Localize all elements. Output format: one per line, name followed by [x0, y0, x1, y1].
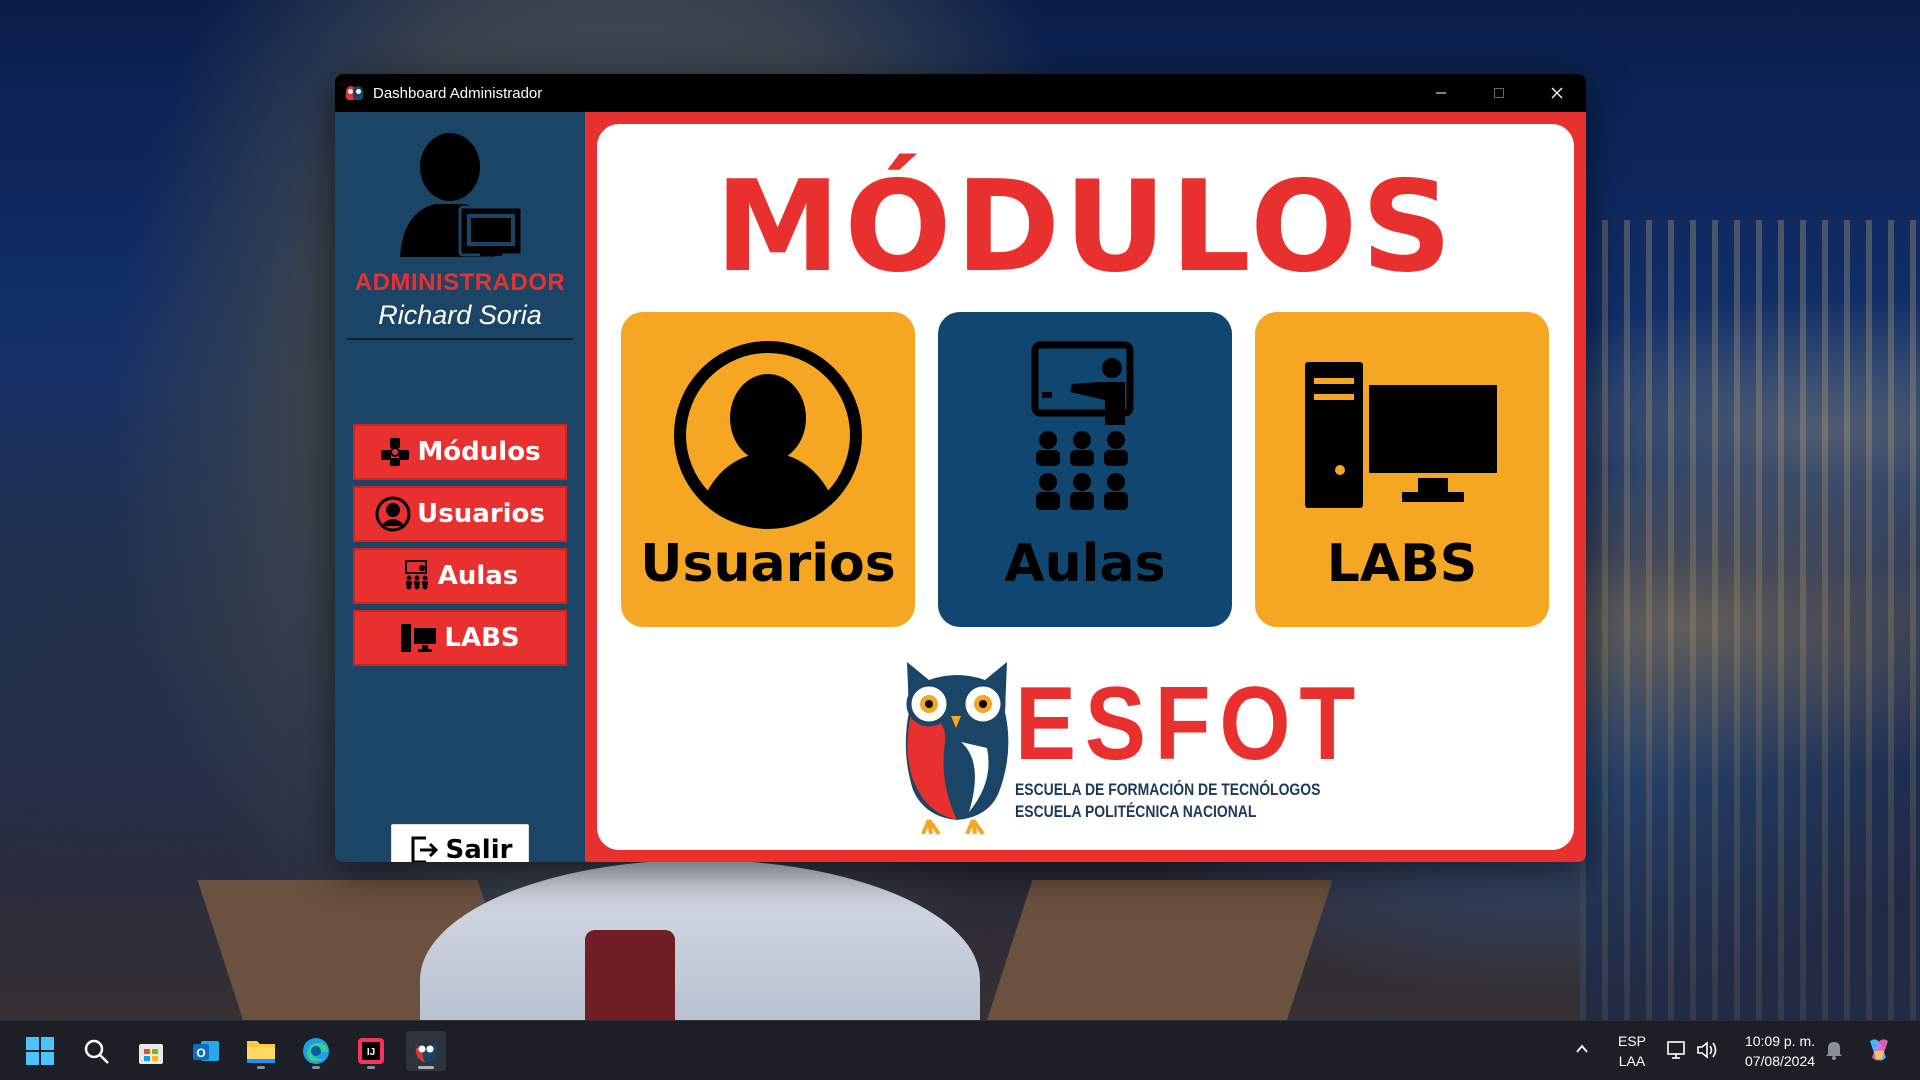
folder-icon	[247, 1041, 275, 1063]
taskbar-intellij[interactable]: IJ	[351, 1031, 391, 1071]
search-icon	[84, 1039, 109, 1064]
tile-labs[interactable]: LABS	[1255, 312, 1549, 627]
modules-icon	[381, 438, 410, 466]
logo-subtitle-1: ESCUELA DE FORMACIÓN DE TECNÓLOGOS	[1015, 780, 1321, 799]
minimize-icon	[1436, 92, 1446, 94]
computer-lab-icon	[1305, 362, 1502, 508]
bell-icon	[1826, 1042, 1842, 1060]
taskbar-store[interactable]	[131, 1031, 171, 1071]
start-button[interactable]	[20, 1031, 60, 1071]
volume-control[interactable]	[1696, 1039, 1720, 1065]
network-icon	[1667, 1041, 1685, 1059]
sidebar-item-label: Aulas	[437, 561, 519, 591]
tile-aulas[interactable]: Aulas	[938, 312, 1232, 627]
tray-overflow-button[interactable]	[1574, 1041, 1590, 1061]
windows-icon	[26, 1037, 54, 1065]
user-name: Richard Soria	[378, 300, 542, 330]
keyboard-layout: LAA	[1618, 1053, 1646, 1069]
title-bar[interactable]: Dashboard Administrador	[335, 74, 1586, 112]
exit-label: Salir	[445, 835, 513, 862]
tile-label: Aulas	[1004, 534, 1166, 594]
logo-subtitle-2: ESCUELA POLITÉCNICA NACIONAL	[1015, 802, 1257, 821]
taskbar-edge[interactable]	[296, 1031, 336, 1071]
outlook-icon: O	[193, 1041, 219, 1061]
app-owl-icon	[345, 83, 365, 103]
owl-mascot-icon	[905, 662, 1009, 836]
edge-icon	[303, 1038, 329, 1064]
tile-label: LABS	[1326, 534, 1478, 594]
speaker-icon	[1697, 1041, 1717, 1059]
admin-avatar-icon	[400, 133, 524, 257]
clock-date: 07/08/2024	[1744, 1053, 1816, 1069]
sidebar-item-aulas[interactable]: Aulas	[353, 548, 567, 604]
app-owl-icon	[415, 1042, 437, 1063]
clock-time: 10:09 p. m.	[1744, 1033, 1816, 1049]
role-label: ADMINISTRADOR	[354, 269, 566, 296]
classroom-icon	[1031, 341, 1134, 510]
taskbar: O IJ ESP LAA 10:09 p. m. 07/08/2024	[0, 1020, 1920, 1080]
intellij-icon: IJ	[358, 1038, 384, 1064]
maximize-button[interactable]	[1470, 74, 1528, 112]
svg-text:O: O	[196, 1046, 205, 1060]
taskbar-file-explorer[interactable]	[241, 1031, 281, 1071]
sidebar-item-label: Módulos	[417, 437, 541, 467]
input-language[interactable]: ESP LAA	[1614, 1031, 1650, 1071]
taskbar-dashboard-app[interactable]	[406, 1031, 446, 1071]
logo-name: ESFOT	[1015, 666, 1365, 782]
clock[interactable]: 10:09 p. m. 07/08/2024	[1730, 1031, 1830, 1071]
modules-panel: MÓDULOS Usuarios Aulas LABS ESFOT ESCUEL…	[597, 124, 1574, 850]
main-content: MÓDULOS Usuarios Aulas LABS ESFOT ESCUEL…	[585, 112, 1586, 862]
sidebar-item-label: LABS	[444, 623, 520, 653]
exit-button[interactable]: Salir	[391, 824, 529, 862]
tile-usuarios[interactable]: Usuarios	[621, 312, 915, 627]
classroom-icon	[404, 560, 428, 590]
maximize-icon	[1494, 88, 1504, 98]
sidebar-item-modulos[interactable]: Módulos	[353, 424, 567, 480]
svg-text:IJ: IJ	[367, 1047, 375, 1058]
user-circle-icon	[674, 341, 862, 529]
window-title: Dashboard Administrador	[373, 84, 543, 102]
close-icon	[1551, 87, 1563, 99]
tile-label: Usuarios	[640, 534, 896, 594]
notifications-button[interactable]	[1824, 1039, 1844, 1065]
page-title: MÓDULOS	[714, 153, 1457, 300]
sidebar-divider	[347, 338, 573, 340]
app-window: Dashboard Administrador ADMINISTRADOR Ri…	[335, 74, 1586, 862]
wallpaper-city-lights	[1580, 220, 1920, 1020]
chevron-up-icon	[1576, 1044, 1588, 1053]
minimize-button[interactable]	[1412, 74, 1470, 112]
esfot-logo: ESFOT ESCUELA DE FORMACIÓN DE TECNÓLOGOS…	[899, 652, 1355, 842]
sidebar-item-label: Usuarios	[417, 499, 545, 529]
taskbar-outlook[interactable]: O	[186, 1031, 226, 1071]
store-icon	[139, 1044, 163, 1064]
close-button[interactable]	[1528, 74, 1586, 112]
copilot-icon	[1870, 1039, 1888, 1061]
window-controls	[1412, 74, 1586, 112]
copilot-button[interactable]	[1864, 1035, 1894, 1069]
search-button[interactable]	[76, 1031, 116, 1071]
sidebar-item-usuarios[interactable]: Usuarios	[353, 486, 567, 542]
sidebar: ADMINISTRADOR Richard Soria Módulos Usua…	[335, 112, 585, 862]
computer-lab-icon	[401, 624, 437, 652]
language-code: ESP	[1617, 1033, 1646, 1049]
exit-icon	[411, 836, 438, 862]
network-status[interactable]	[1666, 1039, 1688, 1065]
sidebar-item-labs[interactable]: LABS	[353, 610, 567, 666]
user-circle-icon	[375, 496, 411, 532]
